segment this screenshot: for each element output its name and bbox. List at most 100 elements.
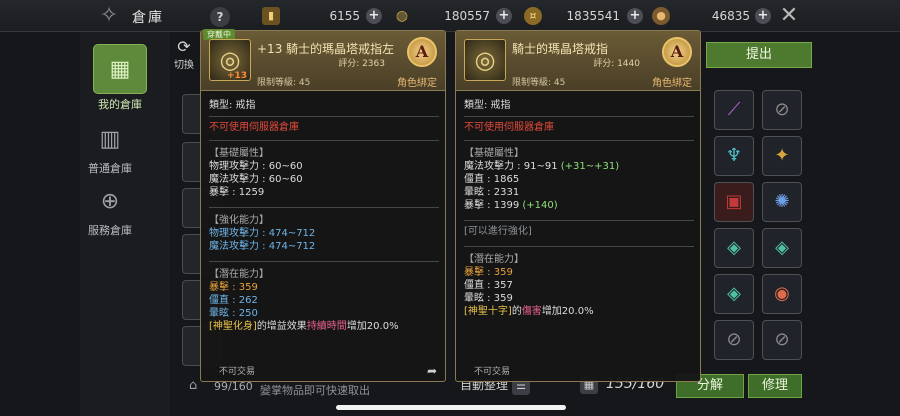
repair-button[interactable]: 修理 bbox=[748, 374, 802, 398]
tooltip-body: 類型: 戒指 不可使用伺服器倉庫 【基礎屬性】 物理攻擊力 : 60~60 魔法… bbox=[209, 97, 439, 333]
effect-text: 的增益效果 bbox=[256, 321, 307, 332]
top-bar: ✧ 倉庫 ? ▮ 6155 + ◍ 180557 + ¤ 1835541 + ●… bbox=[0, 0, 900, 32]
item-name: 騎士的瑪晶塔戒指 bbox=[512, 42, 609, 56]
untradeable-label: 不可交易 bbox=[474, 367, 511, 377]
warehouse-icon: ▥ bbox=[99, 127, 121, 152]
currency-value-4: 46835 bbox=[711, 9, 750, 23]
currency-value-1: 6155 bbox=[329, 9, 360, 23]
hint-text: 變掌物品即可快速取出 bbox=[260, 384, 370, 397]
item-type: 類型: 戒指 bbox=[464, 100, 511, 111]
stat-line: 物理攻擊力 : 474~712 bbox=[209, 228, 316, 239]
box-icon: ▦ bbox=[93, 44, 147, 94]
sidebar-item-label: 服務倉庫 bbox=[88, 224, 132, 237]
stat-line: 暴擊 : 1399 (+140) bbox=[464, 199, 694, 212]
switch-label: 切換 bbox=[174, 60, 194, 71]
add-currency-2-button[interactable]: + bbox=[496, 8, 512, 24]
locked-slot-icon[interactable]: ⊘ bbox=[714, 320, 754, 360]
share-icon[interactable]: ➦ bbox=[427, 364, 437, 378]
stat-line: 魔法攻擊力 : 91~91 (+31~+31) bbox=[464, 160, 694, 173]
help-button[interactable]: ? bbox=[210, 7, 230, 27]
potential-stats-title: 【潛在能力】 bbox=[464, 254, 524, 265]
effect-text: 的 bbox=[511, 306, 522, 317]
item-type: 類型: 戒指 bbox=[209, 100, 256, 111]
rune-item-icon[interactable]: ✺ bbox=[762, 182, 802, 222]
restriction-text: 不可使用伺服器倉庫 bbox=[209, 122, 299, 133]
item-score: 評分: 2363 bbox=[338, 59, 385, 69]
add-currency-4-button[interactable]: + bbox=[755, 8, 771, 24]
stat-line: 僵直 : 1865 bbox=[464, 173, 694, 186]
level-requirement: 限制等級: 45 bbox=[512, 78, 566, 88]
effect-line: [神聖化身]的增益效果持續時間增加20.0% bbox=[209, 320, 439, 333]
skill-name: [神聖化身] bbox=[209, 321, 257, 332]
home-indicator[interactable] bbox=[336, 405, 566, 410]
stat-line: 魔法攻擊力 : 474~712 bbox=[209, 241, 316, 252]
base-stats-title: 【基礎屬性】 bbox=[209, 148, 269, 159]
warehouse-emblem-icon: ✧ bbox=[99, 3, 119, 28]
stat-bonus: (+31~+31) bbox=[560, 161, 620, 172]
sidebar-item-normal-warehouse[interactable]: ▥ 普通倉庫 bbox=[74, 122, 146, 176]
equipped-item-tooltip: 穿戴中 ◎ +13 +13 騎士的瑪晶塔戒指左 評分: 2363 A 限制等級:… bbox=[200, 29, 446, 382]
stat-text: 僵直 : 1865 bbox=[464, 174, 520, 185]
sidebar-item-my-warehouse[interactable]: ▦ 我的倉庫 bbox=[84, 44, 156, 112]
sidebar-item-label: 普通倉庫 bbox=[88, 162, 132, 175]
effect-text: 增加20.0% bbox=[541, 306, 594, 317]
tooltip-header: 穿戴中 ◎ +13 +13 騎士的瑪晶塔戒指左 評分: 2363 A 限制等級:… bbox=[201, 29, 445, 91]
item-name: +13 騎士的瑪晶塔戒指左 bbox=[257, 42, 395, 56]
effect-keyword: 傷害 bbox=[521, 306, 542, 317]
book-item-icon[interactable]: ▣ bbox=[714, 182, 754, 222]
ring-icon: ◎ bbox=[464, 39, 506, 81]
effect-keyword: 持續時間 bbox=[306, 321, 347, 332]
dagger-item-icon[interactable]: ⟋ bbox=[714, 90, 754, 130]
stat-line: 暴擊 : 1259 bbox=[209, 187, 265, 198]
refresh-icon: ⟳ bbox=[177, 37, 191, 56]
grade-badge: A bbox=[662, 37, 692, 67]
switch-button[interactable]: ⟳ 切換 bbox=[172, 37, 196, 71]
bind-status: 角色綁定 bbox=[652, 78, 692, 89]
compare-item-tooltip: ◎ 騎士的瑪晶塔戒指 評分: 1440 A 限制等級: 45 角色綁定 類型: … bbox=[455, 30, 701, 382]
potential-stats-title: 【潛在能力】 bbox=[209, 269, 269, 280]
bind-status: 角色綁定 bbox=[397, 78, 437, 89]
level-requirement: 限制等級: 45 bbox=[257, 78, 311, 88]
stat-line: 暴擊 : 359 bbox=[209, 282, 258, 293]
stat-line: 暈眩 : 2331 bbox=[464, 186, 694, 199]
stat-line: 物理攻擊力 : 60~60 bbox=[209, 161, 303, 172]
tooltip-body: 類型: 戒指 不可使用伺服器倉庫 【基礎屬性】 魔法攻擊力 : 91~91 (+… bbox=[464, 97, 694, 318]
tooltip-header: ◎ 騎士的瑪晶塔戒指 評分: 1440 A 限制等級: 45 角色綁定 bbox=[456, 31, 700, 91]
untradeable-label: 不可交易 bbox=[219, 367, 256, 377]
item-score: 評分: 1440 bbox=[593, 59, 640, 69]
stat-line: 僵直 : 262 bbox=[209, 295, 258, 306]
page-title: 倉庫 bbox=[132, 10, 164, 26]
effect-line: [神聖十字]的傷害增加20.0% bbox=[464, 305, 694, 318]
locked-slot-icon[interactable]: ⊘ bbox=[762, 90, 802, 130]
enhance-level-badge: +13 bbox=[227, 71, 248, 81]
grade-badge: A bbox=[407, 37, 437, 67]
locked-slot-icon[interactable]: ⊘ bbox=[762, 320, 802, 360]
stat-text: 暴擊 : 1399 bbox=[464, 200, 523, 211]
stat-bonus: (+140) bbox=[522, 200, 558, 211]
extract-button[interactable]: 提出 bbox=[706, 42, 812, 68]
effect-text: 增加20.0% bbox=[346, 321, 399, 332]
add-currency-1-button[interactable]: + bbox=[366, 8, 382, 24]
shield-item-icon[interactable]: ◈ bbox=[714, 274, 754, 314]
service-icon: ⊕ bbox=[100, 189, 120, 214]
shield-item-icon[interactable]: ◈ bbox=[714, 228, 754, 268]
restriction-text: 不可使用伺服器倉庫 bbox=[464, 122, 554, 133]
base-stats-title: 【基礎屬性】 bbox=[464, 148, 524, 159]
stat-line: 暴擊 : 359 bbox=[464, 267, 513, 278]
stat-text: 暈眩 : 2331 bbox=[464, 187, 520, 198]
close-icon[interactable]: ✕ bbox=[776, 3, 802, 29]
enhance-stats-title: 【強化能力】 bbox=[209, 215, 269, 226]
sidebar-item-service-warehouse[interactable]: ⊕ 服務倉庫 bbox=[74, 184, 146, 238]
shield-item-icon[interactable]: ◈ bbox=[762, 228, 802, 268]
stat-line: 暈眩 : 359 bbox=[464, 293, 513, 304]
add-currency-3-button[interactable]: + bbox=[627, 8, 643, 24]
earring-item-icon[interactable]: ♆ bbox=[714, 136, 754, 176]
stat-text: 魔法攻擊力 : 91~91 bbox=[464, 161, 561, 172]
stat-line: 魔法攻擊力 : 60~60 bbox=[209, 174, 303, 185]
sidebar-item-label: 我的倉庫 bbox=[98, 98, 142, 111]
gem-item-icon[interactable]: ✦ bbox=[762, 136, 802, 176]
home-icon[interactable]: ⌂ bbox=[189, 378, 197, 393]
currency-value-2: 180557 bbox=[444, 9, 490, 23]
orb-item-icon[interactable]: ◉ bbox=[762, 274, 802, 314]
enhance-available-text: [可以進行強化] bbox=[464, 226, 532, 237]
